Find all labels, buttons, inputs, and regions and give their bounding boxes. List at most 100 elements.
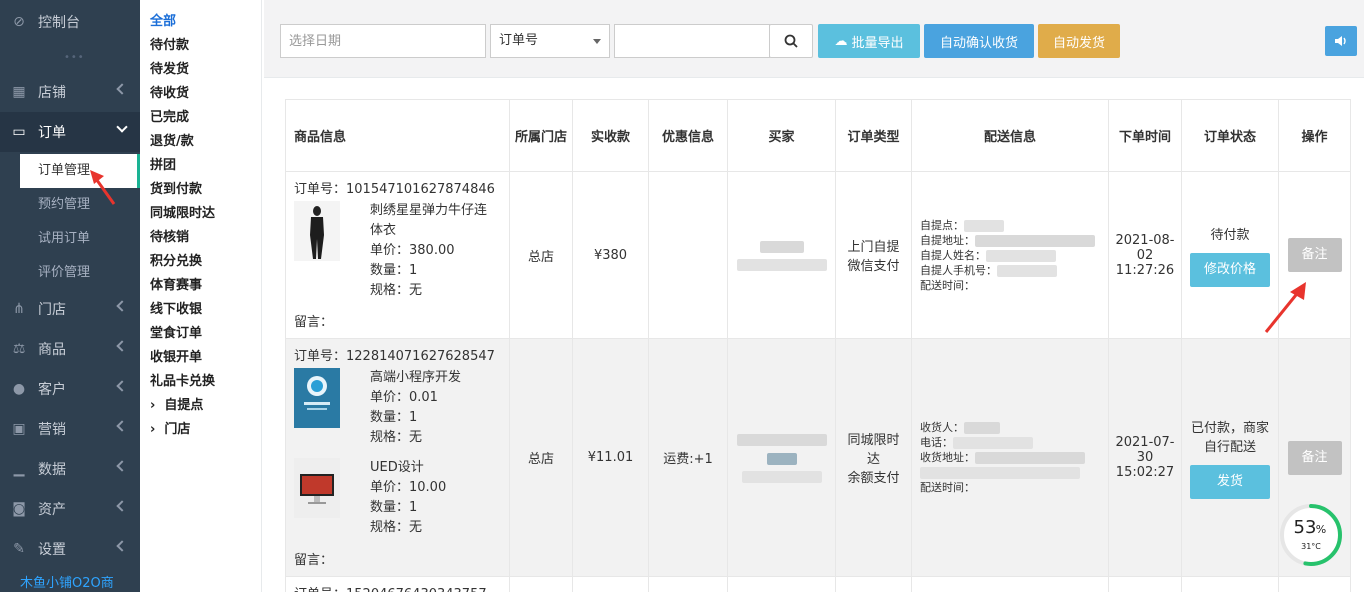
order-type: 同城限时达 xyxy=(847,433,900,467)
discount-cell: 运费:+1 xyxy=(648,338,728,577)
status-refund[interactable]: 退货/款 xyxy=(150,130,194,149)
ship-line: 配送时间： xyxy=(920,278,975,292)
chevron-down-icon xyxy=(116,121,128,133)
status-group-buy[interactable]: 拼团 xyxy=(150,154,176,173)
performance-gauge[interactable]: 53 % 31°C xyxy=(1279,503,1343,567)
nav-assets[interactable]: ◙ 资产 xyxy=(0,489,140,529)
nav-settings-label: 设置 xyxy=(38,542,66,558)
status-gift-card[interactable]: 礼品卡兑换 xyxy=(150,370,215,389)
buyer-avatar-blurred xyxy=(759,241,804,253)
nav-sub-trial[interactable]: 试用订单 xyxy=(20,222,140,256)
time-cell xyxy=(1108,576,1182,592)
product-info: 刺绣星星弹力牛仔连体衣 单价：380.00 数量：1 规格：无 xyxy=(370,201,490,301)
ship-button[interactable]: 发货 xyxy=(1190,464,1270,499)
product-name: UED设计 xyxy=(370,460,424,475)
status-pending-shipment[interactable]: 待发货 xyxy=(150,58,189,77)
status-dine-in[interactable]: 堂食订单 xyxy=(150,322,202,341)
status-pending-receipt[interactable]: 待收货 xyxy=(150,82,189,101)
status-cell: 已付款，商家自行配送 发货 xyxy=(1181,338,1279,577)
status-points[interactable]: 积分兑换 xyxy=(150,250,202,269)
status-pending-payment[interactable]: 待付款 xyxy=(150,34,189,53)
product-item: UED设计 单价：10.00 数量：1 规格：无 xyxy=(294,458,501,538)
brand-name: 木鱼小铺O2O商 xyxy=(20,576,114,591)
remark-button[interactable]: 备注 xyxy=(1287,440,1342,475)
nav-goods-label: 商品 xyxy=(38,342,66,358)
order-list: 商品信息 所属门店 实收款 优惠信息 买家 订单类型 配送信息 下单时间 订单状… xyxy=(264,78,1364,592)
goods-cell: 订单号：15204676430343757 xyxy=(285,576,510,592)
nav-data[interactable]: ▁ 数据 xyxy=(0,449,140,489)
nav-settings[interactable]: ✎ 设置 xyxy=(0,529,140,569)
nav-store-label: 门店 xyxy=(38,302,66,318)
buyer-name-blurred xyxy=(741,471,822,483)
product-thumbnail[interactable] xyxy=(294,201,340,261)
header-shipping: 配送信息 xyxy=(911,99,1109,172)
bar-chart-icon: ▁ xyxy=(13,461,25,477)
nav-dashboard[interactable]: ⊘ 控制台 xyxy=(0,2,140,42)
order-memo: 留言： xyxy=(294,315,334,330)
nav-assets-label: 资产 xyxy=(38,502,66,518)
batch-export-button[interactable]: ☁ 批量导出 xyxy=(818,24,920,58)
nav-sub-booking[interactable]: 预约管理 xyxy=(20,188,140,222)
action-cell: 备注 xyxy=(1278,171,1351,339)
nav-sub-order-manage[interactable]: 订单管理 xyxy=(20,154,140,188)
status-completed[interactable]: 已完成 xyxy=(150,106,189,125)
date-input[interactable] xyxy=(280,24,486,58)
order-date: 2021-08-02 xyxy=(1115,232,1175,263)
order-date: 2021-07-30 xyxy=(1115,435,1175,465)
auto-confirm-button[interactable]: 自动确认收货 xyxy=(924,24,1034,58)
status-cashier-order[interactable]: 收银开单 xyxy=(150,346,202,365)
status-sports[interactable]: 体育赛事 xyxy=(150,274,202,293)
header-goods: 商品信息 xyxy=(285,99,510,172)
sidebar: ⊘ 控制台 ••• ▦ 店铺 ▭ 订单 订单管理 预约管理 试用订单 评价管理 … xyxy=(0,0,140,592)
shipping-cell: 收货人： 电话： 收货地址： 配送时间： xyxy=(911,338,1109,577)
group-store[interactable]: › 门店 xyxy=(150,418,190,437)
chevron-left-icon xyxy=(116,420,128,432)
status-cell: 待付款 修改价格 xyxy=(1181,171,1279,339)
ship-line: 自提点： xyxy=(920,218,1100,233)
main-area: 订单号 ☁ 批量导出 自动确认收货 自动发货 商品信息 所属门店 实收款 xyxy=(264,0,1364,592)
product-name: 刺绣星星弹力牛仔连体衣 xyxy=(370,203,488,238)
auto-ship-button[interactable]: 自动发货 xyxy=(1038,24,1120,58)
product-name: 高端小程序开发 xyxy=(370,370,462,385)
status-cod[interactable]: 货到付款 xyxy=(150,178,202,197)
type-cell xyxy=(835,576,912,592)
group-pickup[interactable]: › 自提点 xyxy=(150,394,203,413)
nav-goods[interactable]: ⚖ 商品 xyxy=(0,329,140,369)
remark-button[interactable]: 备注 xyxy=(1287,238,1342,272)
status-same-city[interactable]: 同城限时达 xyxy=(150,202,215,221)
store-cell: 总店 xyxy=(509,338,573,577)
nav-marketing[interactable]: ▣ 营销 xyxy=(0,409,140,449)
nav-divider: ••• xyxy=(64,52,85,63)
product-item: 刺绣星星弹力牛仔连体衣 单价：380.00 数量：1 规格：无 xyxy=(294,201,501,301)
sound-toggle-button[interactable] xyxy=(1325,26,1357,56)
search-type-select[interactable]: 订单号 xyxy=(490,24,610,58)
header-buyer: 买家 xyxy=(727,99,836,172)
gauge-percent-sign: % xyxy=(1316,523,1326,536)
order-number: 订单号：101547101627874846 xyxy=(294,182,495,197)
header-type: 订单类型 xyxy=(835,99,912,172)
chevron-left-icon xyxy=(116,540,128,552)
header-store: 所属门店 xyxy=(509,99,573,172)
product-thumbnail[interactable] xyxy=(294,458,340,518)
search-button[interactable] xyxy=(769,24,813,58)
search-input[interactable] xyxy=(614,24,770,58)
nav-order[interactable]: ▭ 订单 xyxy=(0,112,140,152)
nav-data-label: 数据 xyxy=(38,462,66,478)
status-offline-cashier[interactable]: 线下收银 xyxy=(150,298,202,317)
nav-sub-review[interactable]: 评价管理 xyxy=(20,256,140,290)
chevron-right-icon: › xyxy=(150,398,165,413)
status-pending-verify[interactable]: 待核销 xyxy=(150,226,189,245)
table-row: 订单号：101547101627874846 刺绣星星弹力牛仔连体衣 单价：38… xyxy=(285,171,1351,339)
nav-shop[interactable]: ▦ 店铺 xyxy=(0,72,140,112)
order-number: 订单号：122814071627628547 xyxy=(294,349,495,364)
modify-price-button[interactable]: 修改价格 xyxy=(1190,252,1270,287)
nav-customer[interactable]: ● 客户 xyxy=(0,369,140,409)
nav-store[interactable]: ⋔ 门店 xyxy=(0,289,140,329)
product-thumbnail[interactable] xyxy=(294,368,340,428)
nav-shop-label: 店铺 xyxy=(38,85,66,101)
goods-cell: 订单号：101547101627874846 刺绣星星弹力牛仔连体衣 单价：38… xyxy=(285,171,510,339)
status-all[interactable]: 全部 xyxy=(150,10,176,29)
ship-line: 自提人手机号： xyxy=(920,263,1100,278)
order-type: 上门自提 xyxy=(847,240,900,255)
product-price: 单价：0.01 xyxy=(370,390,438,405)
